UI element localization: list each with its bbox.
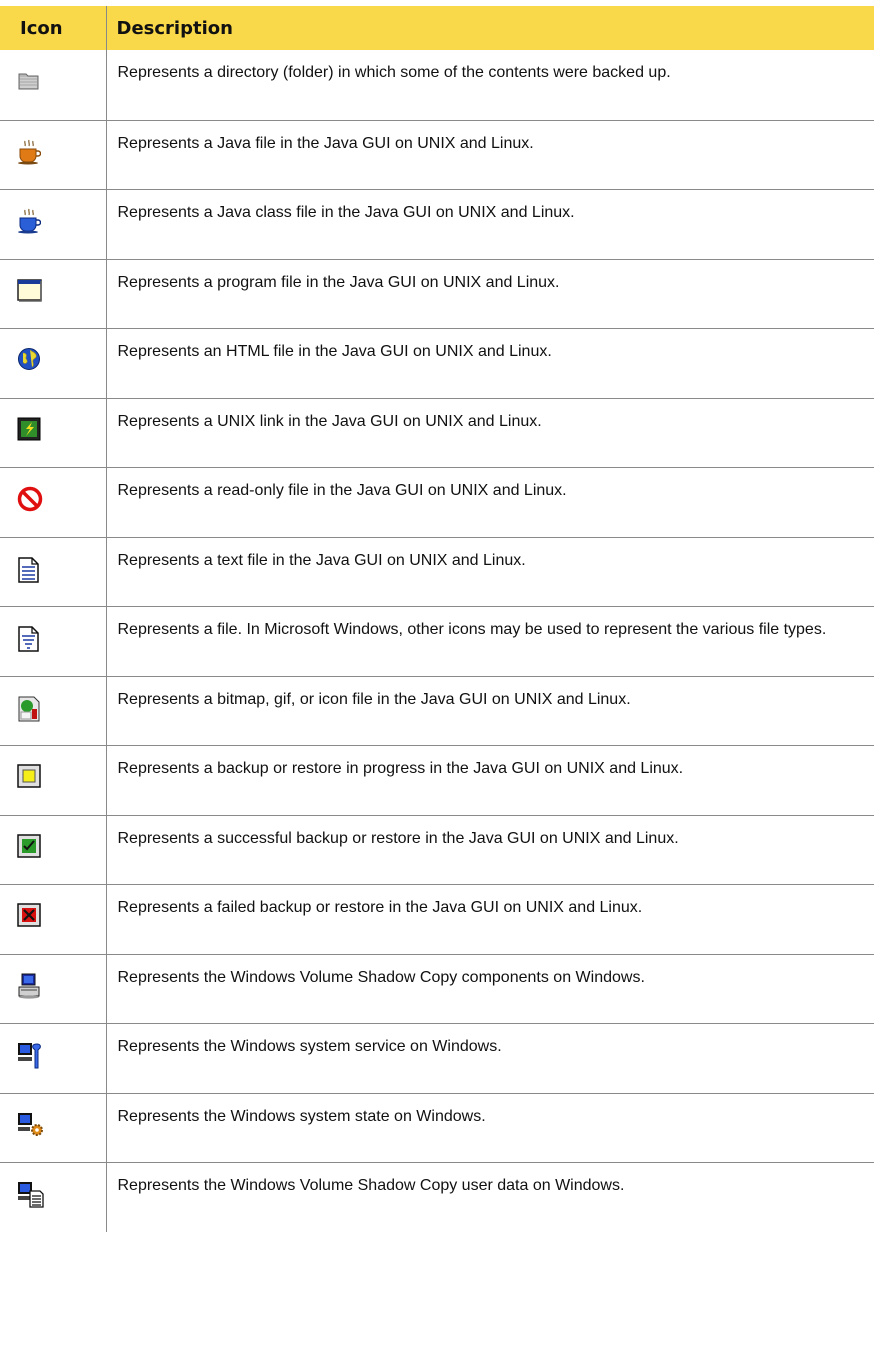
row-description: Represents the Windows system service on… [106, 1023, 874, 1094]
table-row: Represents the Windows system service on… [0, 1023, 874, 1094]
header-icon: Icon [0, 6, 107, 50]
row-description: Represents a program file in the Java GU… [106, 259, 874, 329]
failed-icon [17, 902, 41, 927]
row-description: Represents a Java class file in the Java… [106, 189, 874, 260]
table-row: Represents the Windows system state on W… [0, 1093, 874, 1163]
table-row: Represents the Windows Volume Shadow Cop… [0, 1162, 874, 1232]
row-description: Represents a successful backup or restor… [106, 815, 874, 885]
system-state-icon [17, 1112, 43, 1136]
row-description: Represents a read-only file in the Java … [106, 467, 874, 538]
row-description: Represents a directory (folder) in which… [106, 50, 874, 121]
row-description: Represents a file. In Microsoft Windows,… [106, 606, 874, 677]
table-row: Represents a text file in the Java GUI o… [0, 537, 874, 607]
file-icon [17, 625, 41, 652]
table-row: Represents a backup or restore in progre… [0, 745, 874, 816]
table-row: Represents a failed backup or restore in… [0, 884, 874, 955]
table-row: Represents a read-only file in the Java … [0, 467, 874, 538]
row-description: Represents a backup or restore in progre… [106, 745, 874, 816]
program-file-icon [17, 278, 42, 302]
table-row: Represents a UNIX link in the Java GUI o… [0, 398, 874, 468]
table-row: Represents a program file in the Java GU… [0, 259, 874, 329]
table-row: Represents the Windows Volume Shadow Cop… [0, 954, 874, 1024]
row-description: Represents an HTML file in the Java GUI … [106, 328, 874, 399]
row-description: Represents the Windows Volume Shadow Cop… [117, 1176, 625, 1194]
table-row: Represents a successful backup or restor… [0, 815, 874, 885]
table-row: Represents a Java class file in the Java… [0, 189, 874, 260]
row-description: Represents a text file in the Java GUI o… [106, 537, 874, 607]
shadow-copy-components-icon [17, 973, 41, 999]
table-row: Represents a bitmap, gif, or icon file i… [0, 676, 874, 746]
unix-link-icon [17, 417, 41, 441]
table-row: Represents a file. In Microsoft Windows,… [0, 606, 874, 677]
html-file-icon [17, 347, 41, 371]
bitmap-file-icon [17, 695, 41, 721]
row-description: Represents a failed backup or restore in… [106, 884, 874, 955]
table-row: Represents a Java file in the Java GUI o… [0, 120, 874, 190]
row-description: Represents a UNIX link in the Java GUI o… [106, 398, 874, 468]
text-file-icon [17, 556, 41, 583]
java-file-icon [17, 139, 41, 164]
system-service-icon [17, 1042, 41, 1068]
row-description: Represents the Windows system state on W… [106, 1093, 874, 1163]
java-class-file-icon [17, 208, 41, 233]
success-icon [17, 833, 41, 858]
row-description: Represents a bitmap, gif, or icon file i… [106, 676, 874, 746]
icon-description-table: Icon Description Represents a directory … [0, 6, 874, 1232]
table-row: Represents an HTML file in the Java GUI … [0, 328, 874, 399]
table-row: Represents a directory (folder) in which… [0, 50, 874, 121]
partial-folder-icon [17, 68, 41, 92]
in-progress-icon [17, 763, 41, 788]
table-header-row: Icon Description [0, 6, 874, 50]
read-only-file-icon [17, 486, 43, 511]
header-description: Description [116, 17, 233, 39]
shadow-copy-user-data-icon [17, 1181, 44, 1208]
row-description: Represents the Windows Volume Shadow Cop… [106, 954, 874, 1024]
row-description: Represents a Java file in the Java GUI o… [106, 120, 874, 190]
